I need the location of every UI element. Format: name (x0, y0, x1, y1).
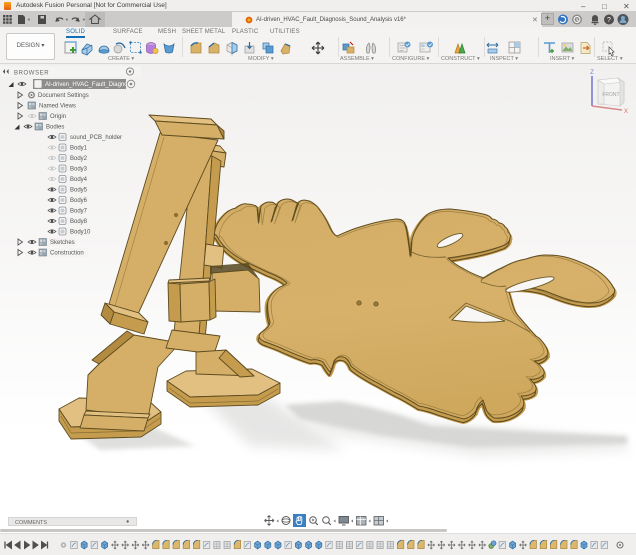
svg-text:Body7: Body7 (70, 209, 88, 215)
svg-text:Body8: Body8 (70, 219, 88, 225)
svg-text:Body4: Body4 (70, 177, 88, 183)
svg-text:sound_PCB_holder: sound_PCB_holder (70, 135, 122, 141)
svg-text:AI-driven_HVAC_Fault_Diagno...: AI-driven_HVAC_Fault_Diagno... (45, 82, 133, 88)
svg-text:Sketches: Sketches (50, 240, 75, 246)
svg-text:BROWSER: BROWSER (14, 71, 49, 77)
svg-text:Bodies: Bodies (46, 125, 64, 131)
svg-text:X: X (624, 109, 628, 115)
svg-text:Document Settings: Document Settings (38, 93, 89, 99)
svg-text:Body1: Body1 (70, 146, 88, 152)
svg-text:Body5: Body5 (70, 188, 88, 194)
svg-text:Origin: Origin (50, 114, 66, 120)
svg-text:Z: Z (590, 70, 594, 76)
svg-text:Body2: Body2 (70, 156, 88, 162)
svg-text:Body3: Body3 (70, 167, 88, 173)
svg-text:Body6: Body6 (70, 198, 88, 204)
svg-text:Body10: Body10 (70, 230, 91, 236)
svg-text:Named Views: Named Views (39, 104, 76, 110)
svg-text:FRONT: FRONT (602, 92, 619, 98)
svg-text:Construction: Construction (50, 251, 84, 257)
